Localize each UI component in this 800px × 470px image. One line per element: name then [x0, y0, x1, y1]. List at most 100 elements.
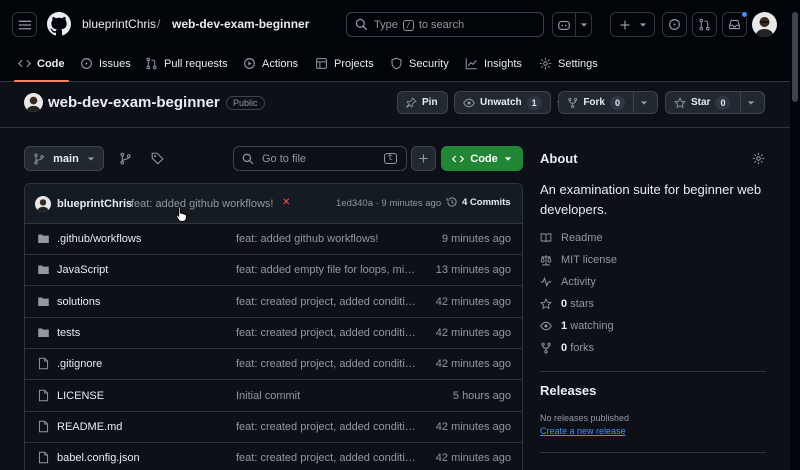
- graph-icon: [465, 58, 477, 70]
- tab-insights[interactable]: Insights: [465, 45, 522, 82]
- folder-icon: [37, 232, 50, 245]
- play-icon: [244, 58, 255, 69]
- issues-button[interactable]: [662, 12, 687, 37]
- file-commit-message-link[interactable]: feat: added github workflows!: [236, 233, 416, 245]
- divider: [0, 127, 800, 128]
- tab-projects[interactable]: Projects: [315, 45, 374, 82]
- file-name-link[interactable]: .gitignore: [57, 358, 102, 370]
- commits-link[interactable]: 4 Commits: [446, 196, 511, 208]
- search-icon: [355, 18, 368, 31]
- file-row[interactable]: solutions feat: created project, added co…: [25, 287, 522, 318]
- owner-avatar[interactable]: [24, 93, 43, 112]
- file-name-link[interactable]: README.md: [57, 421, 122, 433]
- file-name-link[interactable]: .github/workflows: [57, 233, 141, 245]
- pull-requests-button[interactable]: [692, 12, 717, 37]
- file-name-link[interactable]: tests: [57, 327, 80, 339]
- commit-author-avatar[interactable]: [35, 196, 51, 212]
- activity-link[interactable]: Activity: [540, 274, 596, 290]
- forks-label: forks: [570, 342, 595, 354]
- tab-pull-requests[interactable]: Pull requests: [145, 45, 228, 82]
- readme-label: Readme: [561, 232, 603, 244]
- menu-button[interactable]: [12, 12, 37, 37]
- file-name-link[interactable]: solutions: [57, 296, 100, 308]
- readme-link[interactable]: Readme: [540, 230, 603, 246]
- repo-description: An examination suite for beginner web de…: [540, 182, 762, 217]
- file-row[interactable]: LICENSE Initial commit 5 hours ago: [25, 381, 522, 412]
- file-row[interactable]: .github/workflows feat: added github work…: [25, 224, 522, 255]
- create-release-link[interactable]: Create a new release: [540, 426, 626, 436]
- watchers-link[interactable]: 1 watching: [540, 318, 614, 334]
- file-commit-message-link[interactable]: feat: created project, added conditio...: [236, 327, 416, 339]
- plus-icon: [419, 154, 428, 163]
- file-row[interactable]: JavaScript feat: added empty file for loo…: [25, 255, 522, 287]
- eye-icon: [463, 98, 475, 107]
- releases-heading[interactable]: Releases: [540, 383, 596, 398]
- file-name-link[interactable]: JavaScript: [57, 264, 108, 276]
- tab-settings[interactable]: Settings: [539, 45, 598, 82]
- copilot-button[interactable]: [552, 12, 592, 37]
- tab-label: Settings: [558, 57, 598, 70]
- breadcrumb-repo[interactable]: web-dev-exam-beginner: [172, 17, 309, 31]
- search-input[interactable]: Type / to search: [346, 12, 544, 37]
- chevron-down-icon: [504, 156, 511, 161]
- go-to-file-shortcut: t: [383, 153, 397, 164]
- search-icon: [242, 153, 254, 164]
- file-row[interactable]: README.md feat: created project, added co…: [25, 412, 522, 443]
- file-name-link[interactable]: babel.config.json: [57, 452, 140, 464]
- divider: [540, 452, 766, 453]
- file-commit-message-link[interactable]: feat: created project, added conditio...: [236, 358, 416, 370]
- commits-count: 4 Commits: [462, 196, 511, 208]
- pin-button[interactable]: Pin: [397, 91, 448, 114]
- stars-count: 0: [561, 298, 568, 310]
- tab-actions[interactable]: Actions: [243, 45, 298, 82]
- chevron-down-icon: [580, 22, 587, 27]
- github-logo-icon[interactable]: [47, 12, 71, 36]
- tab-security[interactable]: Security: [390, 45, 449, 82]
- stars-link[interactable]: 0 stars: [540, 296, 594, 312]
- fork-button[interactable]: Fork 0: [558, 91, 658, 114]
- license-link[interactable]: MIT license: [540, 252, 617, 268]
- add-file-button[interactable]: [411, 146, 436, 171]
- edit-about-button[interactable]: [752, 152, 765, 165]
- tags-button[interactable]: [151, 152, 164, 165]
- code-icon: [452, 155, 465, 162]
- file-row[interactable]: .gitignore feat: created project, added c…: [25, 349, 522, 381]
- go-to-file-input[interactable]: Go to file t: [233, 146, 407, 171]
- star-button[interactable]: Star 0: [665, 91, 765, 114]
- avatar-icon: [26, 96, 41, 112]
- forks-link[interactable]: 0 forks: [540, 340, 594, 356]
- file-row[interactable]: tests feat: created project, added condit…: [25, 318, 522, 349]
- branch-selector[interactable]: main: [24, 146, 104, 171]
- file-commit-message-link[interactable]: feat: created project, added conditio...: [236, 296, 416, 308]
- tab-label: Insights: [484, 57, 522, 70]
- commit-message[interactable]: feat: added github workflows!: [131, 198, 273, 210]
- user-avatar[interactable]: [752, 12, 777, 37]
- chevron-down-icon: [747, 100, 755, 105]
- commit-hash-time[interactable]: 1ed340a · 9 minutes ago: [336, 198, 441, 209]
- branches-button[interactable]: [119, 152, 132, 165]
- file-commit-message-link[interactable]: feat: created project, added conditio...: [236, 421, 416, 433]
- tab-issues[interactable]: Issues: [80, 45, 131, 82]
- commit-author[interactable]: blueprintChris: [57, 198, 132, 210]
- code-dropdown-button[interactable]: Code: [441, 146, 523, 171]
- tab-code[interactable]: Code: [14, 45, 68, 82]
- commit-status-fail-icon[interactable]: ✕: [282, 197, 290, 208]
- pin-icon: [406, 97, 417, 108]
- copilot-icon: [557, 20, 570, 30]
- file-name-link[interactable]: LICENSE: [57, 390, 104, 402]
- file-commit-message-link[interactable]: feat: added empty file for loops, min...: [236, 264, 416, 276]
- file-row[interactable]: babel.config.json feat: created project, …: [25, 443, 522, 470]
- repo-title[interactable]: web-dev-exam-beginner: [48, 94, 220, 111]
- file-commit-message-link[interactable]: Initial commit: [236, 390, 416, 402]
- unwatch-button[interactable]: Unwatch 1: [454, 91, 563, 114]
- branch-name: main: [53, 152, 79, 165]
- scrollbar-thumb[interactable]: [792, 12, 798, 102]
- pin-label: Pin: [422, 97, 438, 108]
- fork-icon: [568, 97, 578, 108]
- file-commit-message-link[interactable]: feat: created project, added conditio...: [236, 452, 416, 464]
- breadcrumb-owner[interactable]: blueprintChris: [82, 17, 156, 31]
- issue-icon: [81, 58, 92, 69]
- file-icon: [37, 389, 50, 402]
- create-new-button[interactable]: [610, 12, 655, 37]
- plus-icon: [620, 20, 629, 29]
